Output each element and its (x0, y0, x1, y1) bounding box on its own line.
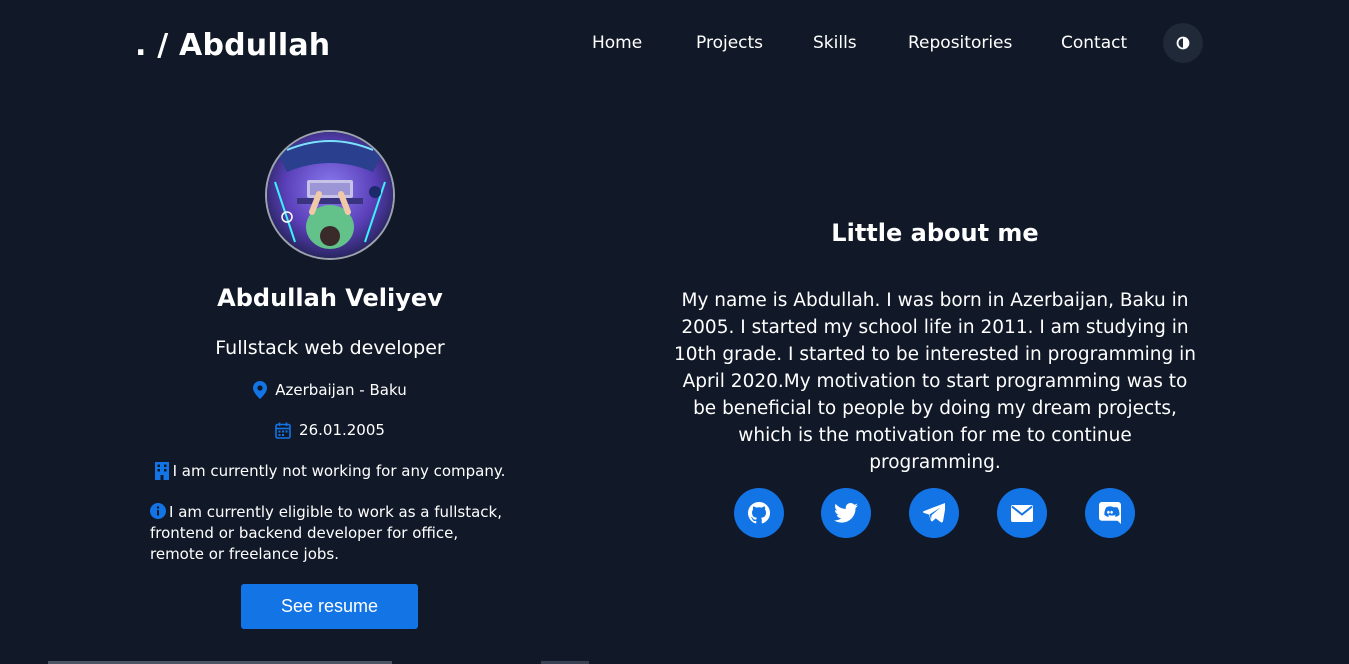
avatar (265, 130, 395, 260)
email-icon (1011, 504, 1033, 522)
eligibility-note: I am currently eligible to work as a ful… (150, 502, 515, 565)
location-line: Azerbaijan - Baku (130, 380, 530, 400)
discord-button[interactable] (1085, 488, 1135, 538)
calendar-icon (275, 422, 291, 439)
company-text: I am currently not working for any compa… (172, 462, 506, 480)
theme-toggle-button[interactable] (1163, 23, 1203, 63)
birthdate-line: 26.01.2005 (130, 420, 530, 440)
site-header: . / Abdullah Home Projects Skills Reposi… (0, 0, 1349, 88)
avatar-illustration (267, 132, 393, 258)
twitter-button[interactable] (821, 488, 871, 538)
map-pin-icon (253, 381, 268, 399)
email-button[interactable] (997, 488, 1047, 538)
location-text: Azerbaijan - Baku (275, 381, 407, 399)
twitter-icon (834, 503, 858, 523)
nav-home[interactable]: Home (592, 31, 642, 55)
telegram-button[interactable] (909, 488, 959, 538)
company-line: I am currently not working for any compa… (130, 461, 530, 481)
profile-role: Fullstack web developer (215, 337, 445, 359)
about-title: Little about me (831, 219, 1039, 247)
info-icon (150, 503, 166, 519)
half-circle-icon (1176, 36, 1190, 50)
nav-contact[interactable]: Contact (1061, 31, 1127, 55)
github-button[interactable] (734, 488, 784, 538)
telegram-icon (923, 503, 945, 523)
profile-name: Abdullah Veliyev (217, 284, 443, 312)
about-text: My name is Abdullah. I was born in Azerb… (674, 290, 1196, 473)
discord-icon (1099, 502, 1121, 524)
building-icon (154, 462, 169, 480)
nav-skills[interactable]: Skills (813, 31, 857, 55)
github-icon (748, 502, 770, 524)
see-resume-button[interactable]: See resume (241, 584, 418, 629)
birthdate-text: 26.01.2005 (299, 421, 385, 439)
nav-projects[interactable]: Projects (696, 31, 763, 55)
nav-repositories[interactable]: Repositories (908, 31, 1012, 55)
site-logo[interactable]: . / Abdullah (135, 26, 330, 66)
eligibility-text: I am currently eligible to work as a ful… (150, 503, 502, 563)
